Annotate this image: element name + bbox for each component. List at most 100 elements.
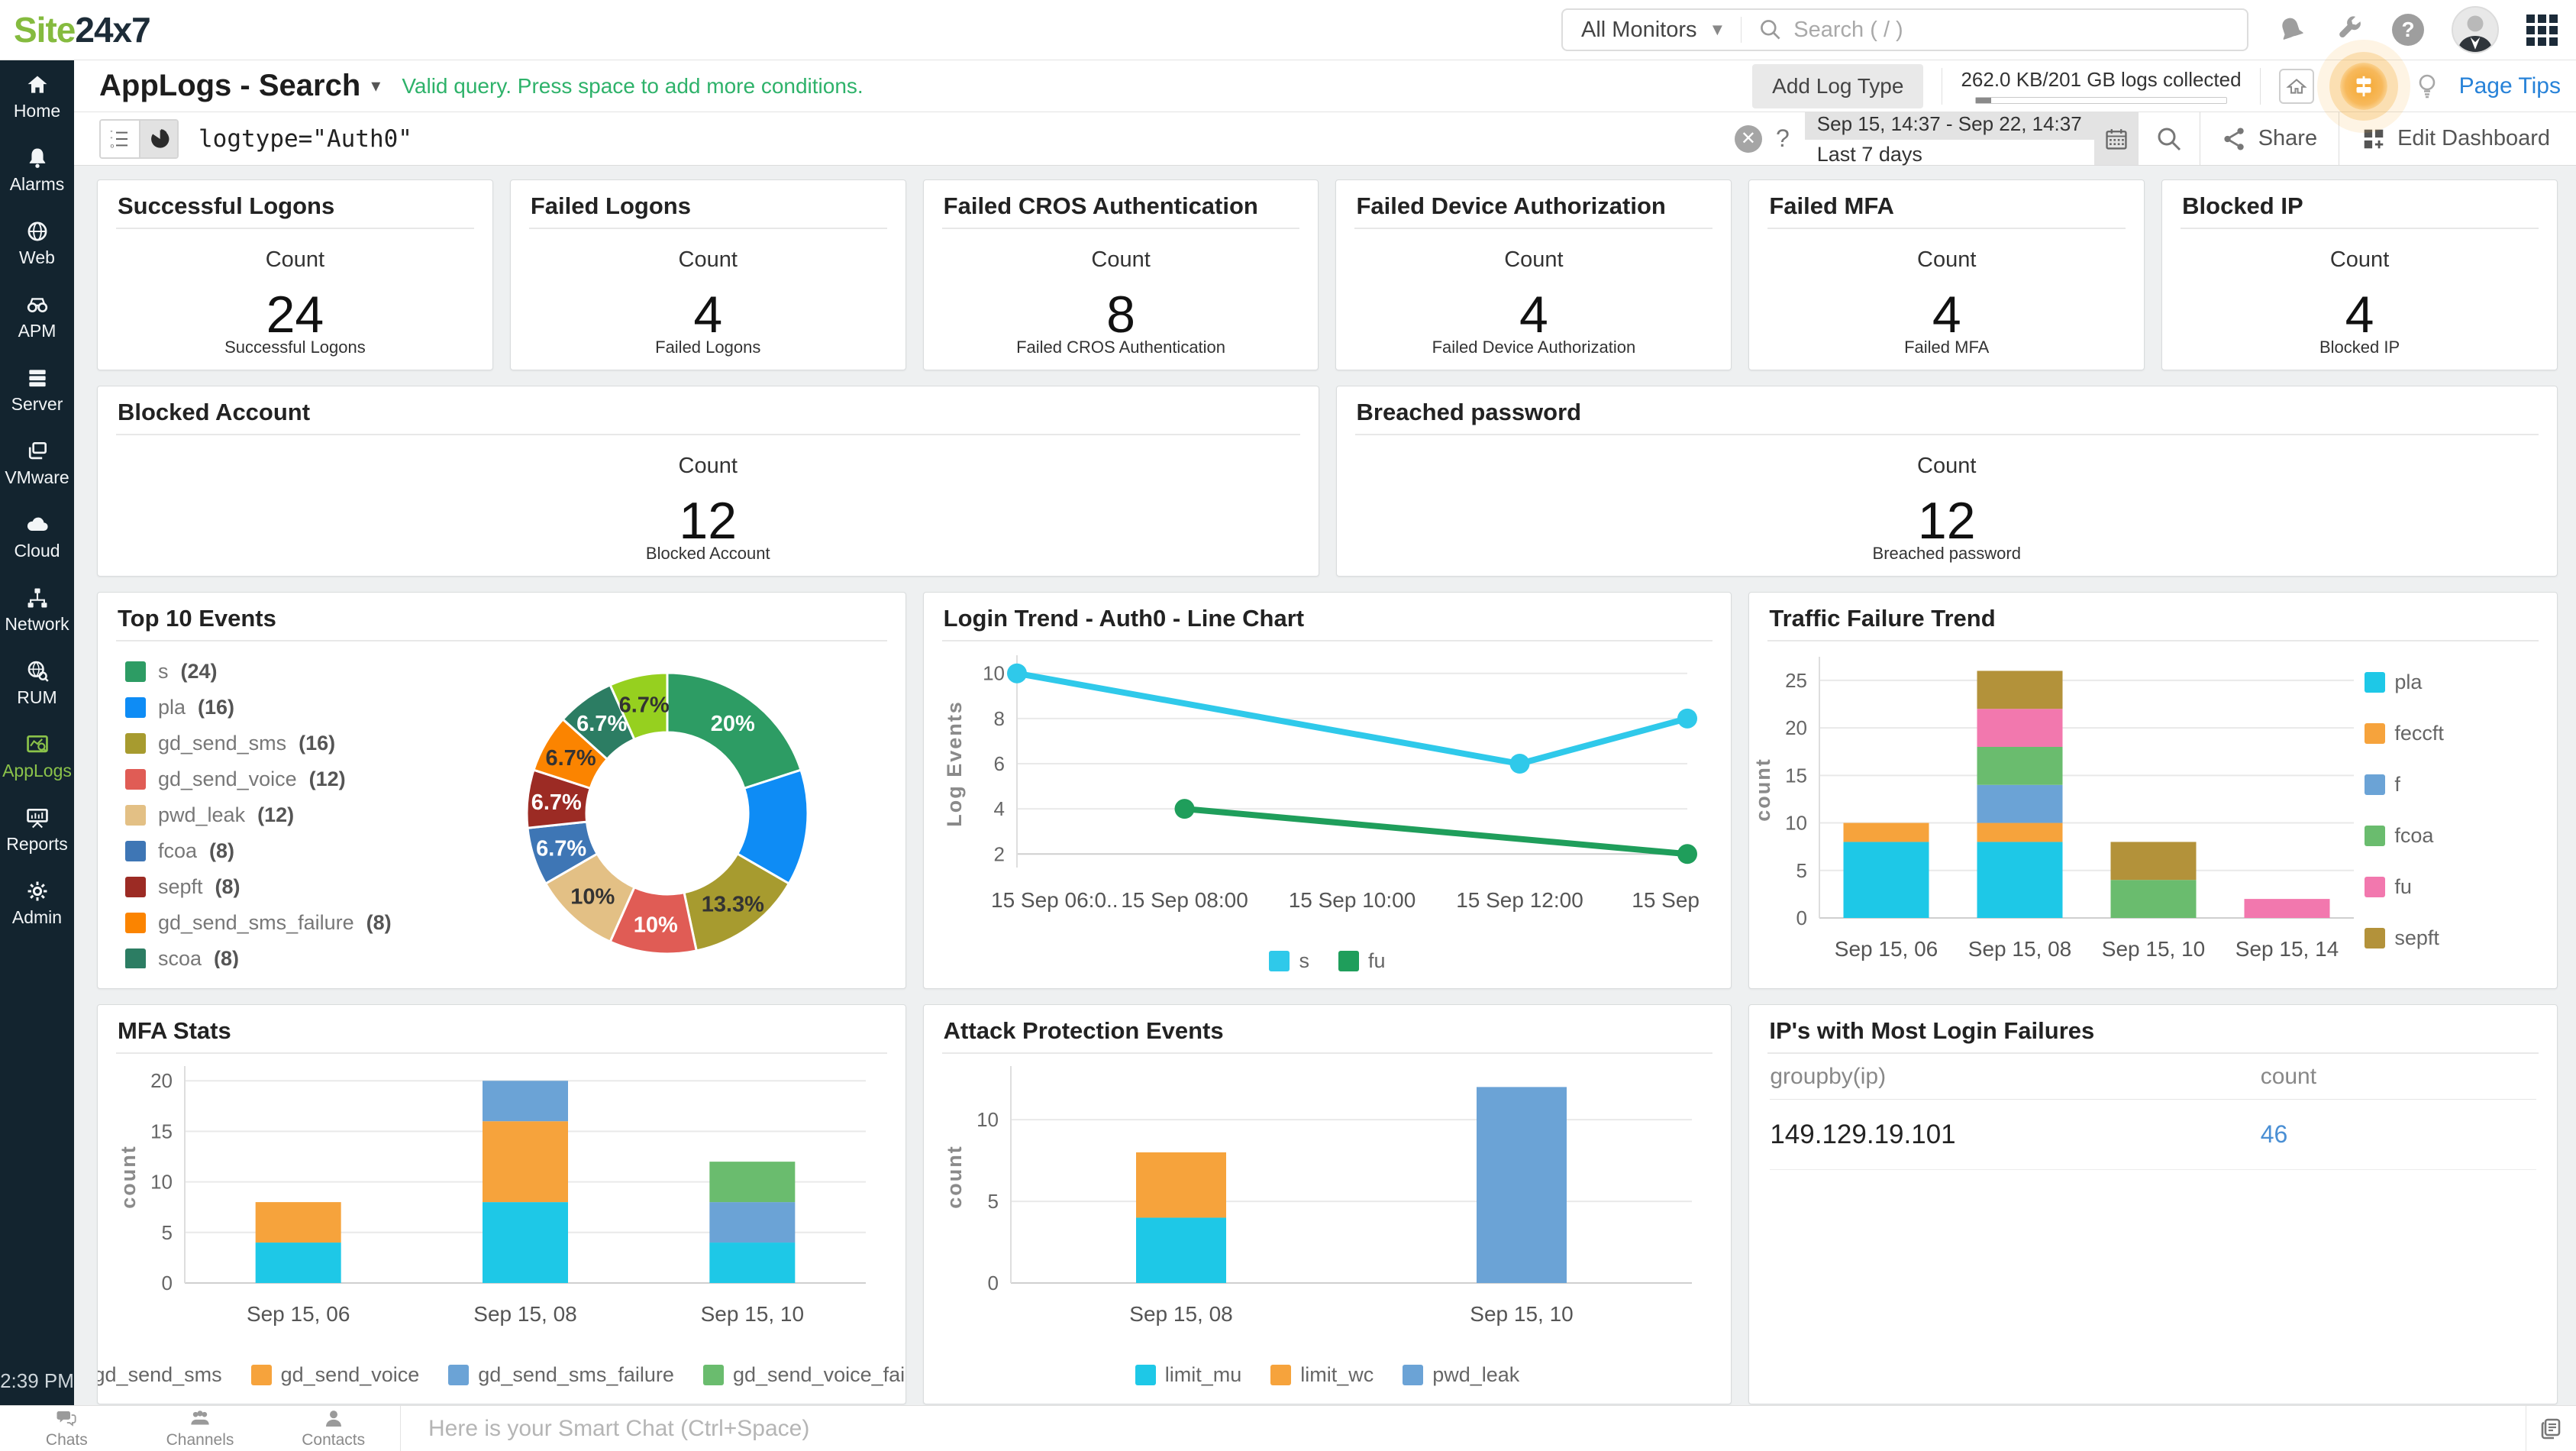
chat-tab-label: Chats xyxy=(46,1431,88,1449)
query-list-view-icon[interactable]: ""o xyxy=(101,121,139,157)
pie-legend-item-fcoa[interactable]: fcoa(8) xyxy=(125,833,434,869)
pie-legend-item-gd_send_sms[interactable]: gd_send_sms(16) xyxy=(125,726,434,761)
legend-item-gd_send_voice_failure[interactable]: gd_send_voice_failure xyxy=(703,1363,906,1387)
svg-text:Sep 15, 10: Sep 15, 10 xyxy=(2102,937,2205,961)
legend-item-pwd_leak[interactable]: pwd_leak xyxy=(1403,1363,1519,1387)
chat-tab-contacts[interactable]: Contacts xyxy=(266,1406,400,1451)
legend-item-fcoa[interactable]: fcoa xyxy=(2365,824,2546,848)
apps-grid-icon[interactable] xyxy=(2526,15,2558,46)
chart-legend[interactable]: limit_mu limit_wc pwd_leak xyxy=(1135,1348,1520,1401)
query-input[interactable]: logtype="Auth0" xyxy=(199,125,412,153)
sidebar-item-reports[interactable]: Reports xyxy=(0,793,74,867)
sidebar-item-cloud[interactable]: Cloud xyxy=(0,500,74,574)
query-help-link[interactable]: ? xyxy=(1776,124,1790,153)
chart-view-icon[interactable] xyxy=(139,121,177,157)
legend-item-s[interactable]: s xyxy=(1269,949,1309,973)
home-icon xyxy=(2286,76,2307,97)
sidebar-item-admin[interactable]: Admin xyxy=(0,867,74,940)
chart-legend[interactable]: pla feccft f fcoa fu sepft xyxy=(2365,641,2546,988)
site24x7-logo[interactable]: Site24x7 xyxy=(14,9,150,50)
global-search-box: All Monitors ▼ Search ( / ) xyxy=(1561,8,2248,51)
legend-count: (8) xyxy=(214,947,239,968)
vmware-icon xyxy=(25,439,50,464)
legend-item-f[interactable]: f xyxy=(2365,773,2546,797)
pie-legend[interactable]: s(24)pla(16)gd_send_sms(16)gd_send_voice… xyxy=(98,641,434,968)
admin-tools-wrench-icon[interactable] xyxy=(2334,15,2365,45)
svg-text:Sep 15, 10: Sep 15, 10 xyxy=(1470,1302,1573,1326)
legend-label: gd_send_sms xyxy=(158,732,286,755)
site24x7-app: Site24x7 All Monitors ▼ Search ( / ) ? xyxy=(0,0,2576,1451)
page-title[interactable]: AppLogs - Search xyxy=(99,69,360,103)
chat-tab-chats[interactable]: Chats xyxy=(0,1406,134,1451)
chart-legend[interactable]: gd_send_sms gd_send_voice gd_send_sms_fail… xyxy=(97,1348,906,1401)
sidebar-item-network[interactable]: Network xyxy=(0,574,74,647)
user-avatar[interactable] xyxy=(2452,6,2499,53)
page-tips-link[interactable]: Page Tips xyxy=(2459,73,2561,99)
add-log-type-button[interactable]: Add Log Type xyxy=(1752,64,1923,108)
legend-item-gd_send_sms_failure[interactable]: gd_send_sms_failure xyxy=(448,1363,674,1387)
pie-legend-item-pwd_leak[interactable]: pwd_leak(12) xyxy=(125,797,434,833)
pie-legend-item-pla[interactable]: pla(16) xyxy=(125,690,434,726)
pie-legend-item-s[interactable]: s(24) xyxy=(125,654,434,690)
search-input[interactable]: Search ( / ) xyxy=(1742,18,2247,43)
sidebar-item-alarms[interactable]: Alarms xyxy=(0,134,74,207)
legend-item-pla[interactable]: pla xyxy=(2365,671,2546,694)
chat-tab-channels[interactable]: Channels xyxy=(134,1406,267,1451)
share-button[interactable]: Share xyxy=(2200,126,2339,152)
sidebar-item-home[interactable]: Home xyxy=(0,60,74,134)
pie-legend-item-scoa[interactable]: scoa(8) xyxy=(125,941,434,968)
date-range-picker[interactable]: Sep 15, 14:37 - Sep 22, 14:37 Last 7 day… xyxy=(1805,112,2139,165)
legend-item-gd_send_sms[interactable]: gd_send_sms xyxy=(97,1363,222,1387)
legend-item-limit_wc[interactable]: limit_wc xyxy=(1270,1363,1374,1387)
dashboard-home-button[interactable] xyxy=(2279,69,2314,104)
legend-item-feccft[interactable]: feccft xyxy=(2365,722,2546,745)
smart-chat-input[interactable]: Here is your Smart Chat (Ctrl+Space) xyxy=(401,1406,2526,1451)
svg-text:6.7%: 6.7% xyxy=(545,746,596,771)
svg-text:Sep 15, 08: Sep 15, 08 xyxy=(473,1302,576,1326)
sidebar-item-server[interactable]: Server xyxy=(0,354,74,427)
logs-progress-fill xyxy=(1976,98,1991,103)
stat-caption: Successful Logons xyxy=(98,338,492,357)
chevron-down-icon[interactable]: ▾ xyxy=(371,75,380,97)
stat-caption: Failed Logons xyxy=(511,338,905,357)
legend-count: (8) xyxy=(366,911,392,935)
sidebar-item-web[interactable]: Web xyxy=(0,207,74,280)
legend-item-sepft[interactable]: sepft xyxy=(2365,926,2546,950)
legend-item-limit_mu[interactable]: limit_mu xyxy=(1135,1363,1242,1387)
help-icon[interactable]: ? xyxy=(2392,14,2424,46)
legend-item-fu[interactable]: fu xyxy=(1338,949,1386,973)
donut-chart: 20%13.3%10%10%6.7%6.7%6.7%6.7%6.7% xyxy=(434,641,905,988)
sidebar-item-applogs[interactable]: AppLogs xyxy=(0,720,74,793)
sidebar-item-apm[interactable]: APM xyxy=(0,280,74,354)
logs-collected-meter: 262.0 KB/201 GB logs collected xyxy=(1961,68,2241,104)
svg-text:Sep 15, 10: Sep 15, 10 xyxy=(700,1302,803,1326)
legend-label: gd_send_voice_failure xyxy=(733,1363,906,1387)
sidebar-item-rum[interactable]: RUM xyxy=(0,647,74,720)
pie-legend-item-gd_send_voice[interactable]: gd_send_voice(12) xyxy=(125,761,434,797)
pie-legend-item-gd_send_sms_failure[interactable]: gd_send_sms_failure(8) xyxy=(125,905,434,941)
stat-value: 12 xyxy=(1337,491,2558,551)
chart-legend[interactable]: s fu xyxy=(1269,934,1385,987)
count-link[interactable]: 46 xyxy=(2261,1120,2288,1148)
contacts-icon xyxy=(322,1407,345,1430)
table-row: 149.129.19.101 46 xyxy=(1770,1100,2536,1170)
svg-text:20: 20 xyxy=(1785,716,1807,739)
legend-label: fcoa xyxy=(2394,824,2433,848)
pie-legend-item-sepft[interactable]: sepft(8) xyxy=(125,869,434,905)
legend-label: s xyxy=(158,660,169,683)
svg-text:6.7%: 6.7% xyxy=(536,836,586,861)
sidebar-item-vmware[interactable]: VMware xyxy=(0,427,74,500)
edit-dashboard-button[interactable]: Edit Dashboard xyxy=(2339,126,2576,152)
announcement-icon[interactable] xyxy=(2276,15,2306,45)
legend-swatch xyxy=(125,769,146,790)
legend-item-fu[interactable]: fu xyxy=(2365,875,2546,899)
legend-item-gd_send_voice[interactable]: gd_send_voice xyxy=(251,1363,420,1387)
monitor-select-dropdown[interactable]: All Monitors ▼ xyxy=(1563,18,1741,43)
clear-query-icon[interactable]: ✕ xyxy=(1735,125,1762,153)
svg-text:0: 0 xyxy=(161,1272,172,1294)
legend-swatch xyxy=(125,877,146,897)
svg-text:10: 10 xyxy=(976,1108,999,1131)
guided-tour-signpost-icon[interactable] xyxy=(2340,63,2387,110)
search-logs-button[interactable] xyxy=(2139,125,2200,153)
chat-windows-button[interactable] xyxy=(2526,1406,2576,1451)
